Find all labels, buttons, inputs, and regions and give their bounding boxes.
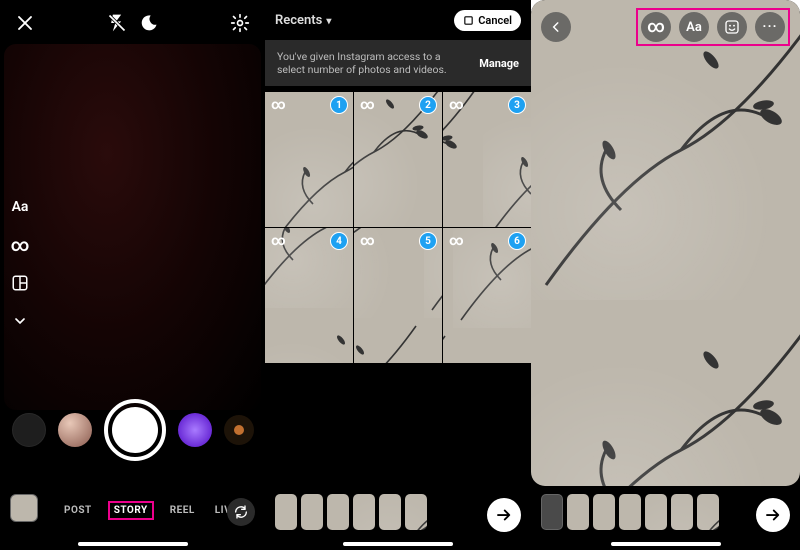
- expand-options-icon[interactable]: [8, 309, 32, 333]
- effect-avatar[interactable]: [58, 413, 92, 447]
- boomerang-icon: ∞: [360, 97, 375, 113]
- photo-cell[interactable]: ∞ 6: [443, 228, 531, 363]
- selected-thumb[interactable]: [379, 494, 401, 530]
- cancel-button[interactable]: Cancel: [454, 10, 521, 31]
- boomerang-icon: ∞: [360, 233, 375, 249]
- sequence-thumb-empty[interactable]: [541, 494, 563, 530]
- editor-footer: [531, 486, 800, 550]
- sequence-thumb[interactable]: [619, 494, 641, 530]
- selected-thumb[interactable]: [301, 494, 323, 530]
- home-indicator: [78, 542, 188, 546]
- effect-dot[interactable]: [224, 415, 254, 445]
- photo-picker-screen: Recents ▾ Cancel You've given Instagram a…: [265, 0, 531, 550]
- chevron-down-icon: ▾: [326, 16, 331, 27]
- selection-badge: 5: [419, 232, 437, 250]
- sticker-tool-icon[interactable]: [717, 12, 747, 42]
- next-button[interactable]: [756, 498, 790, 532]
- effect-sparkle[interactable]: [178, 413, 212, 447]
- sequence-thumb[interactable]: [645, 494, 667, 530]
- selected-thumb[interactable]: [405, 494, 427, 530]
- selected-thumb[interactable]: [353, 494, 375, 530]
- selection-badge: 6: [508, 232, 526, 250]
- effect-thumb[interactable]: [12, 413, 46, 447]
- camera-bottom-bar: POST STORY REEL LIVE: [0, 470, 265, 550]
- text-tool-icon[interactable]: Aa: [679, 12, 709, 42]
- camera-top-bar: [0, 10, 265, 36]
- editor-canvas[interactable]: [531, 0, 800, 486]
- editor-tools-highlight: ∞ Aa ···: [636, 8, 790, 46]
- layout-tool-icon[interactable]: [8, 271, 32, 295]
- boomerang-tool-icon[interactable]: ∞: [8, 233, 32, 257]
- boomerang-icon: ∞: [449, 97, 464, 113]
- photo-cell[interactable]: ∞ 2: [354, 92, 442, 227]
- text-tool-icon[interactable]: Aa: [8, 195, 32, 219]
- mode-story[interactable]: STORY: [108, 501, 154, 520]
- editor-top-bar: ∞ Aa ···: [531, 8, 800, 46]
- manage-button[interactable]: Manage: [479, 57, 519, 70]
- sequence-thumb[interactable]: [671, 494, 693, 530]
- selected-thumb[interactable]: [327, 494, 349, 530]
- selection-badge: 1: [330, 96, 348, 114]
- shutter-button[interactable]: [104, 399, 166, 461]
- camera-modes[interactable]: POST STORY REEL LIVE: [60, 501, 215, 520]
- mode-reel[interactable]: REEL: [166, 501, 199, 520]
- boomerang-tool-icon[interactable]: ∞: [641, 12, 671, 42]
- picker-footer: [265, 486, 531, 550]
- gallery-thumbnail[interactable]: [10, 494, 38, 522]
- story-camera-screen: Aa ∞ POST STORY REEL LIVE: [0, 0, 265, 550]
- photo-grid: ∞ 1 ∞ 2 ∞ 3 ∞ 4 ∞ 5 ∞ 6: [265, 92, 531, 482]
- selection-strip[interactable]: [275, 494, 521, 530]
- sequence-thumb[interactable]: [567, 494, 589, 530]
- home-indicator: [343, 542, 453, 546]
- sequence-thumb[interactable]: [697, 494, 719, 530]
- camera-viewfinder: [4, 44, 261, 410]
- next-button[interactable]: [487, 498, 521, 532]
- cancel-label: Cancel: [478, 14, 512, 27]
- recents-dropdown[interactable]: Recents ▾: [275, 13, 331, 28]
- sequence-thumb[interactable]: [593, 494, 615, 530]
- effects-carousel[interactable]: [0, 398, 265, 462]
- selection-badge: 4: [330, 232, 348, 250]
- selection-badge: 3: [508, 96, 526, 114]
- flash-off-icon[interactable]: [104, 10, 130, 36]
- photo-cell[interactable]: ∞ 5: [354, 228, 442, 363]
- more-options-icon[interactable]: ···: [755, 12, 785, 42]
- selected-thumb[interactable]: [275, 494, 297, 530]
- settings-gear-icon[interactable]: [227, 10, 253, 36]
- photo-cell[interactable]: ∞ 1: [265, 92, 353, 227]
- recents-label: Recents: [275, 13, 322, 28]
- story-editor-screen: ∞ Aa ···: [531, 0, 800, 550]
- picker-header: Recents ▾ Cancel: [265, 6, 531, 35]
- story-sequence-strip[interactable]: [541, 494, 790, 530]
- photo-cell[interactable]: ∞ 4: [265, 228, 353, 363]
- mode-post[interactable]: POST: [60, 501, 96, 520]
- moon-night-icon[interactable]: [136, 10, 162, 36]
- switch-camera-icon[interactable]: [227, 498, 255, 526]
- selection-badge: 2: [419, 96, 437, 114]
- boomerang-icon: ∞: [271, 233, 286, 249]
- boomerang-icon: ∞: [271, 97, 286, 113]
- story-side-options: Aa ∞: [8, 195, 32, 333]
- notice-text: You've given Instagram access to a selec…: [277, 50, 447, 76]
- photo-cell[interactable]: ∞ 3: [443, 92, 531, 227]
- boomerang-icon: ∞: [449, 233, 464, 249]
- back-button[interactable]: [541, 12, 571, 42]
- close-icon[interactable]: [12, 10, 38, 36]
- limited-access-notice: You've given Instagram access to a selec…: [265, 40, 531, 86]
- home-indicator: [611, 542, 721, 546]
